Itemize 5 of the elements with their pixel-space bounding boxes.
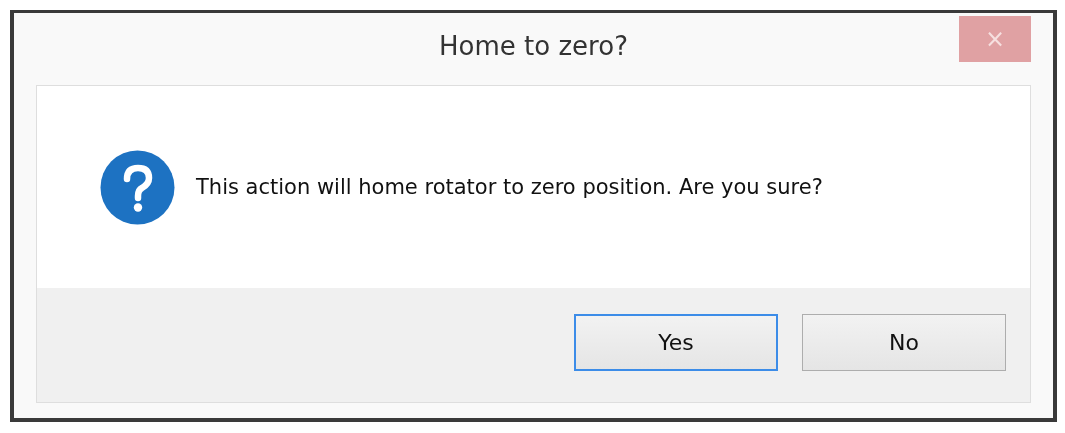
yes-button[interactable]: Yes xyxy=(574,313,778,371)
window-title: Home to zero? xyxy=(439,31,628,61)
message-text: This action will home rotator to zero position. Are you sure? xyxy=(196,175,823,199)
no-button[interactable]: No xyxy=(802,313,1006,371)
question-icon xyxy=(100,149,175,225)
